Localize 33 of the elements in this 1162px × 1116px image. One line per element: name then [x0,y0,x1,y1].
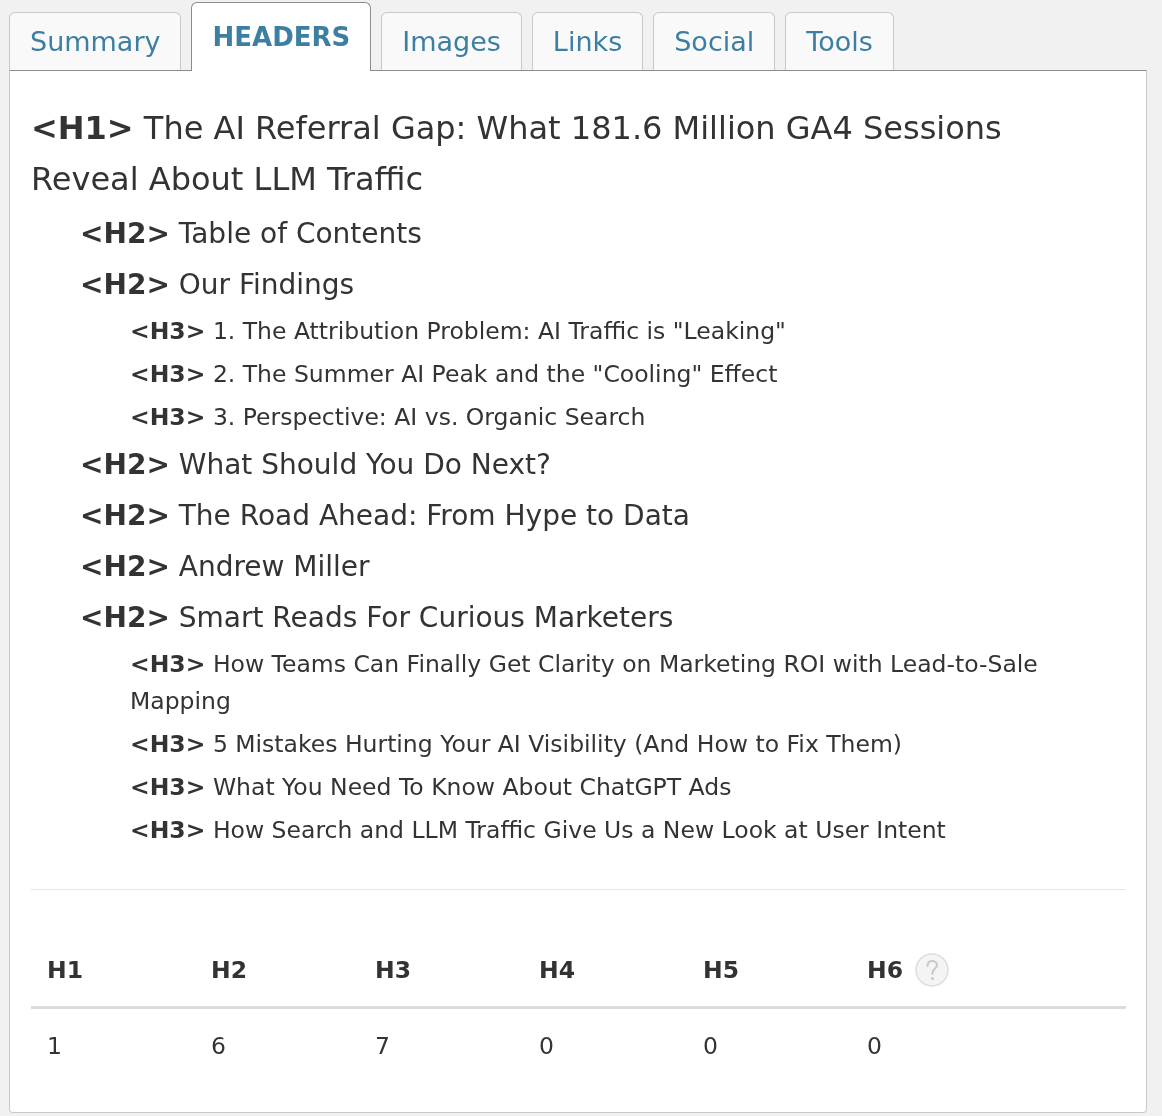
heading-item: <H3> 3. Perspective: AI vs. Organic Search [130,402,647,433]
column-header: H1 [47,955,84,986]
table-cell-text: 6 [210,1031,227,1062]
heading-item: <H3> 2. The Summer AI Peak and the "Cooling" Effect [130,359,779,390]
heading-item: <H3> 1. The Attribution Problem: AI Traffic is "Leaking" [130,316,787,347]
help-icon[interactable] [915,953,950,987]
column-header: H2 [211,955,248,986]
tab[interactable]: Tools [785,12,894,70]
heading-item: <H2> Andrew Miller [80,549,371,585]
heading-item: <H2> Smart Reads For Curious Marketers [80,600,675,636]
heading-item: <H2> Table of Contents [80,216,423,252]
tab[interactable]: HEADERS [191,2,372,71]
column-header: H5 [703,955,740,986]
heading-item: <H3> How Search and LLM Traffic Give Us a New Look at User Intent [130,815,947,846]
tab[interactable]: Summary [9,12,182,70]
column-header: H3 [375,955,412,986]
heading-item: <H3> 5 Mistakes Hurting Your AI Visibility (And How to Fix Them) [130,729,904,760]
column-header: H6 [867,955,904,986]
heading-item: <H2> What Should You Do Next? [80,447,552,483]
table-cell-text: 0 [866,1031,883,1062]
tab[interactable]: Links [531,12,644,70]
table-cell-text: 0 [702,1031,719,1062]
heading-item: <H3> How Teams Can Finally Get Clarity on Marketing ROI with Lead-to-Sale Mapping [130,649,1039,717]
column-header: H4 [539,955,576,986]
heading-item: <H3> What You Need To Know About ChatGPT Ads [130,772,733,803]
heading-item: <H1> The AI Referral Gap: What 181.6 Million GA4 Sessions Reveal About LLM Traffic [31,108,1003,200]
heading-item: <H2> Our Findings [80,267,356,303]
tab[interactable]: Social [653,12,776,70]
table-cell-text: 0 [538,1031,555,1062]
table-cell-text: 1 [46,1031,63,1062]
tab[interactable]: Images [381,12,522,70]
table-cell-text: 7 [374,1031,391,1062]
heading-item: <H2> The Road Ahead: From Hype to Data [80,498,691,534]
